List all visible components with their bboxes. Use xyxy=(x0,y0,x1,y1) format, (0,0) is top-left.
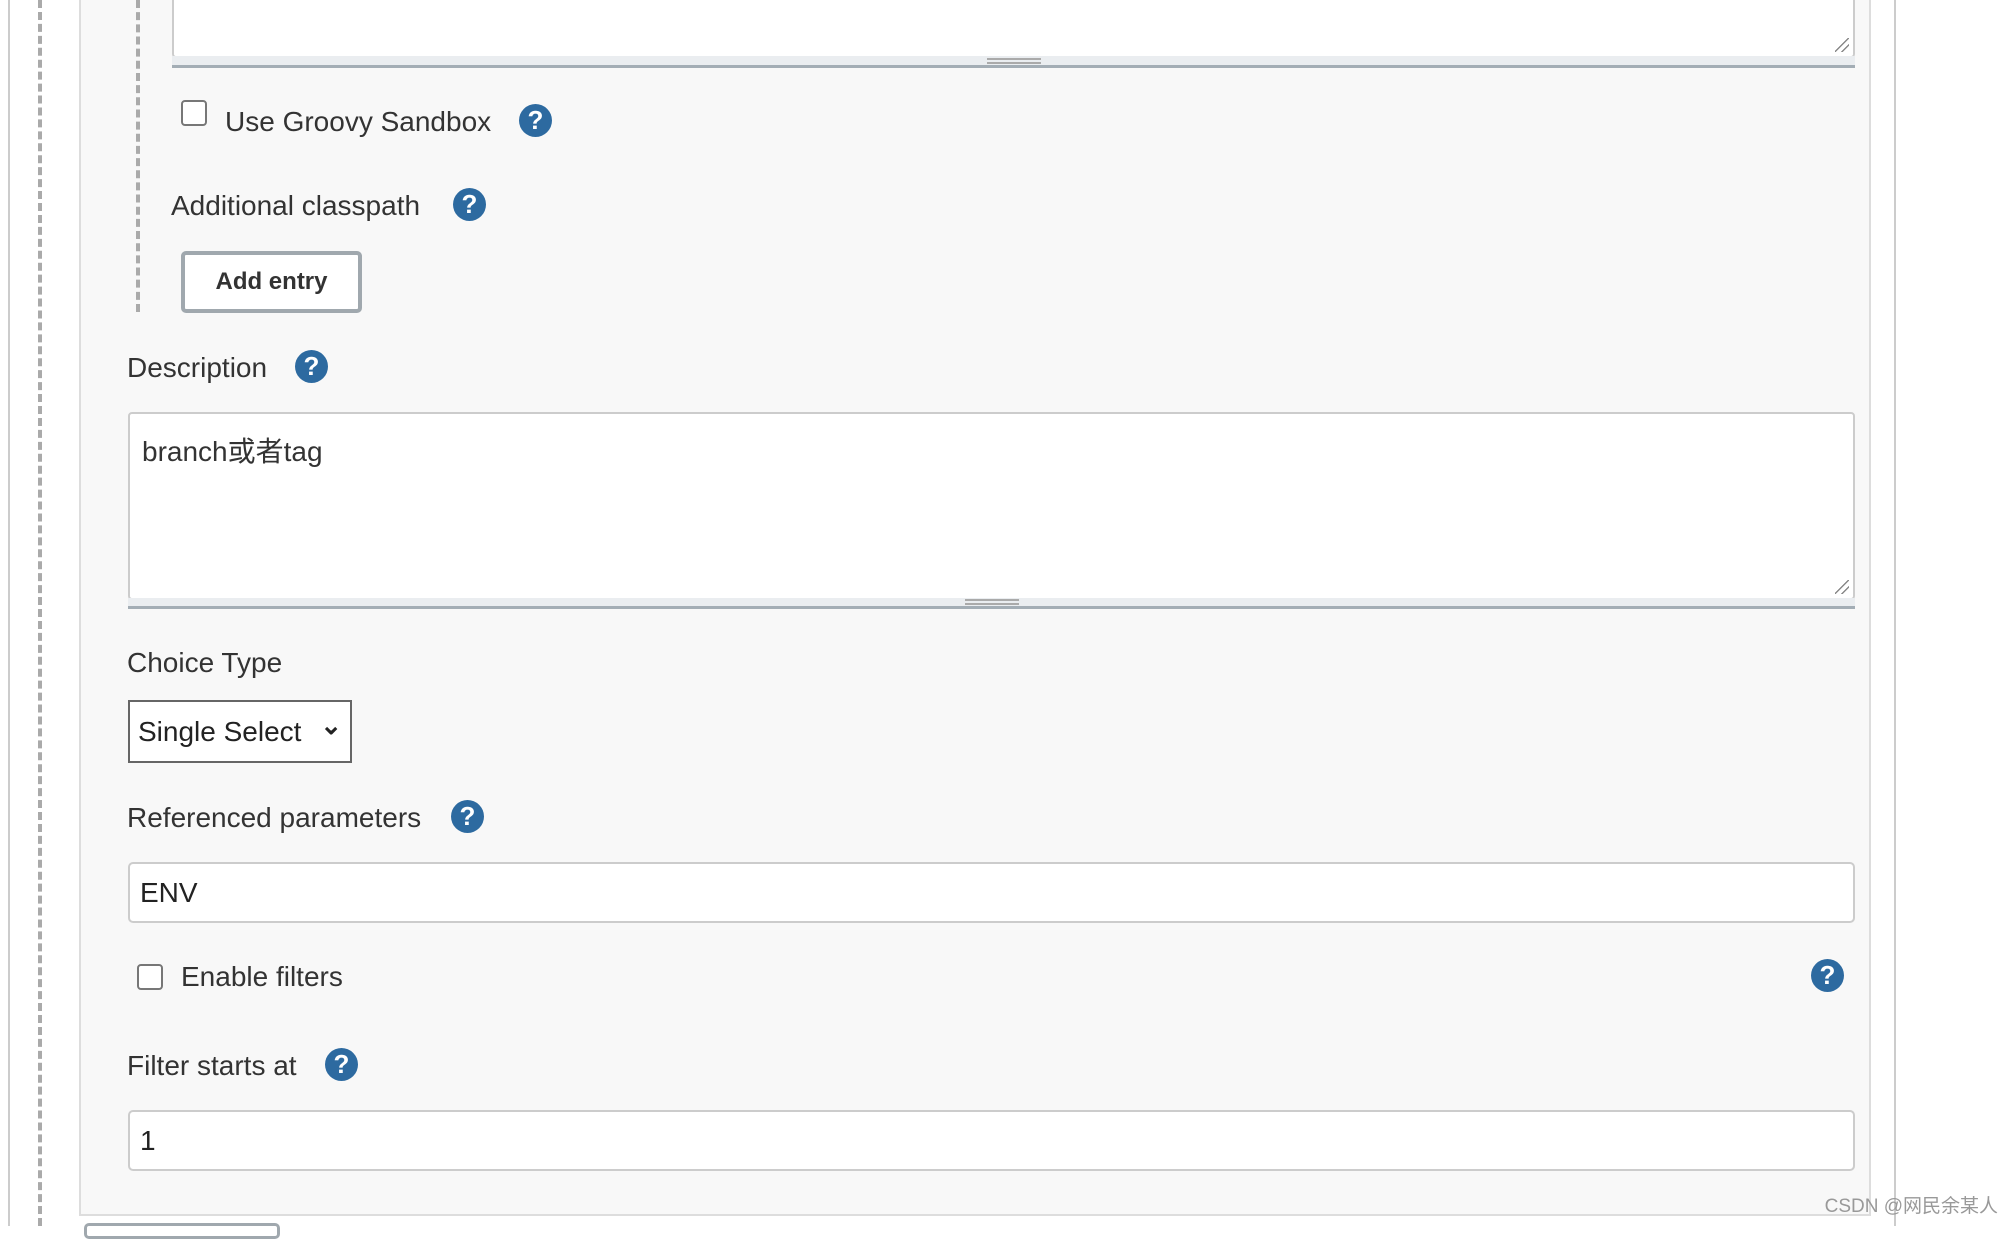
enable-filters-checkbox[interactable] xyxy=(137,964,163,990)
referenced-parameters-label: Referenced parameters xyxy=(127,802,422,833)
help-icon[interactable]: ? xyxy=(295,350,328,383)
outer-border xyxy=(8,0,10,1226)
enable-filters-label: Enable filters xyxy=(181,961,343,992)
next-button-partial[interactable] xyxy=(84,1223,280,1239)
description-label: Description xyxy=(127,352,268,383)
chevron-down-icon: ⌄ xyxy=(320,710,342,740)
grip-icon xyxy=(986,58,1041,64)
description-resize-handle[interactable] xyxy=(128,598,1855,609)
help-icon[interactable]: ? xyxy=(1811,959,1844,992)
resize-corner-icon[interactable] xyxy=(1835,580,1849,594)
additional-classpath-label: Additional classpath xyxy=(171,190,421,221)
filter-starts-at-input[interactable]: 1 xyxy=(128,1110,1855,1171)
resize-corner-icon[interactable] xyxy=(1835,38,1849,52)
nesting-guide-inner xyxy=(136,0,140,312)
script-textarea[interactable] xyxy=(172,0,1855,58)
add-entry-button[interactable]: Add entry xyxy=(181,251,362,313)
choice-type-select[interactable]: Single Select ⌄ xyxy=(128,700,352,763)
filter-starts-at-value: 1 xyxy=(140,1124,156,1156)
filter-starts-at-label: Filter starts at xyxy=(127,1050,297,1081)
description-value: branch或者tag xyxy=(142,436,323,467)
nesting-guide-outer xyxy=(38,0,42,1226)
watermark: CSDN @网民余某人 xyxy=(1824,1196,1998,1217)
help-icon[interactable]: ? xyxy=(451,800,484,833)
help-icon[interactable]: ? xyxy=(325,1048,358,1081)
grip-icon xyxy=(964,599,1019,605)
script-resize-handle[interactable] xyxy=(172,56,1855,68)
description-textarea[interactable]: branch或者tag xyxy=(128,412,1855,600)
referenced-parameters-value: ENV xyxy=(140,876,198,908)
panel-outer-border xyxy=(1894,0,1896,1226)
choice-type-label: Choice Type xyxy=(127,647,283,678)
use-groovy-sandbox-label: Use Groovy Sandbox xyxy=(225,106,492,137)
referenced-parameters-input[interactable]: ENV xyxy=(128,862,1855,923)
help-icon[interactable]: ? xyxy=(453,188,486,221)
use-groovy-sandbox-checkbox[interactable] xyxy=(181,100,207,126)
help-icon[interactable]: ? xyxy=(519,104,552,137)
choice-type-value: Single Select xyxy=(138,715,302,747)
